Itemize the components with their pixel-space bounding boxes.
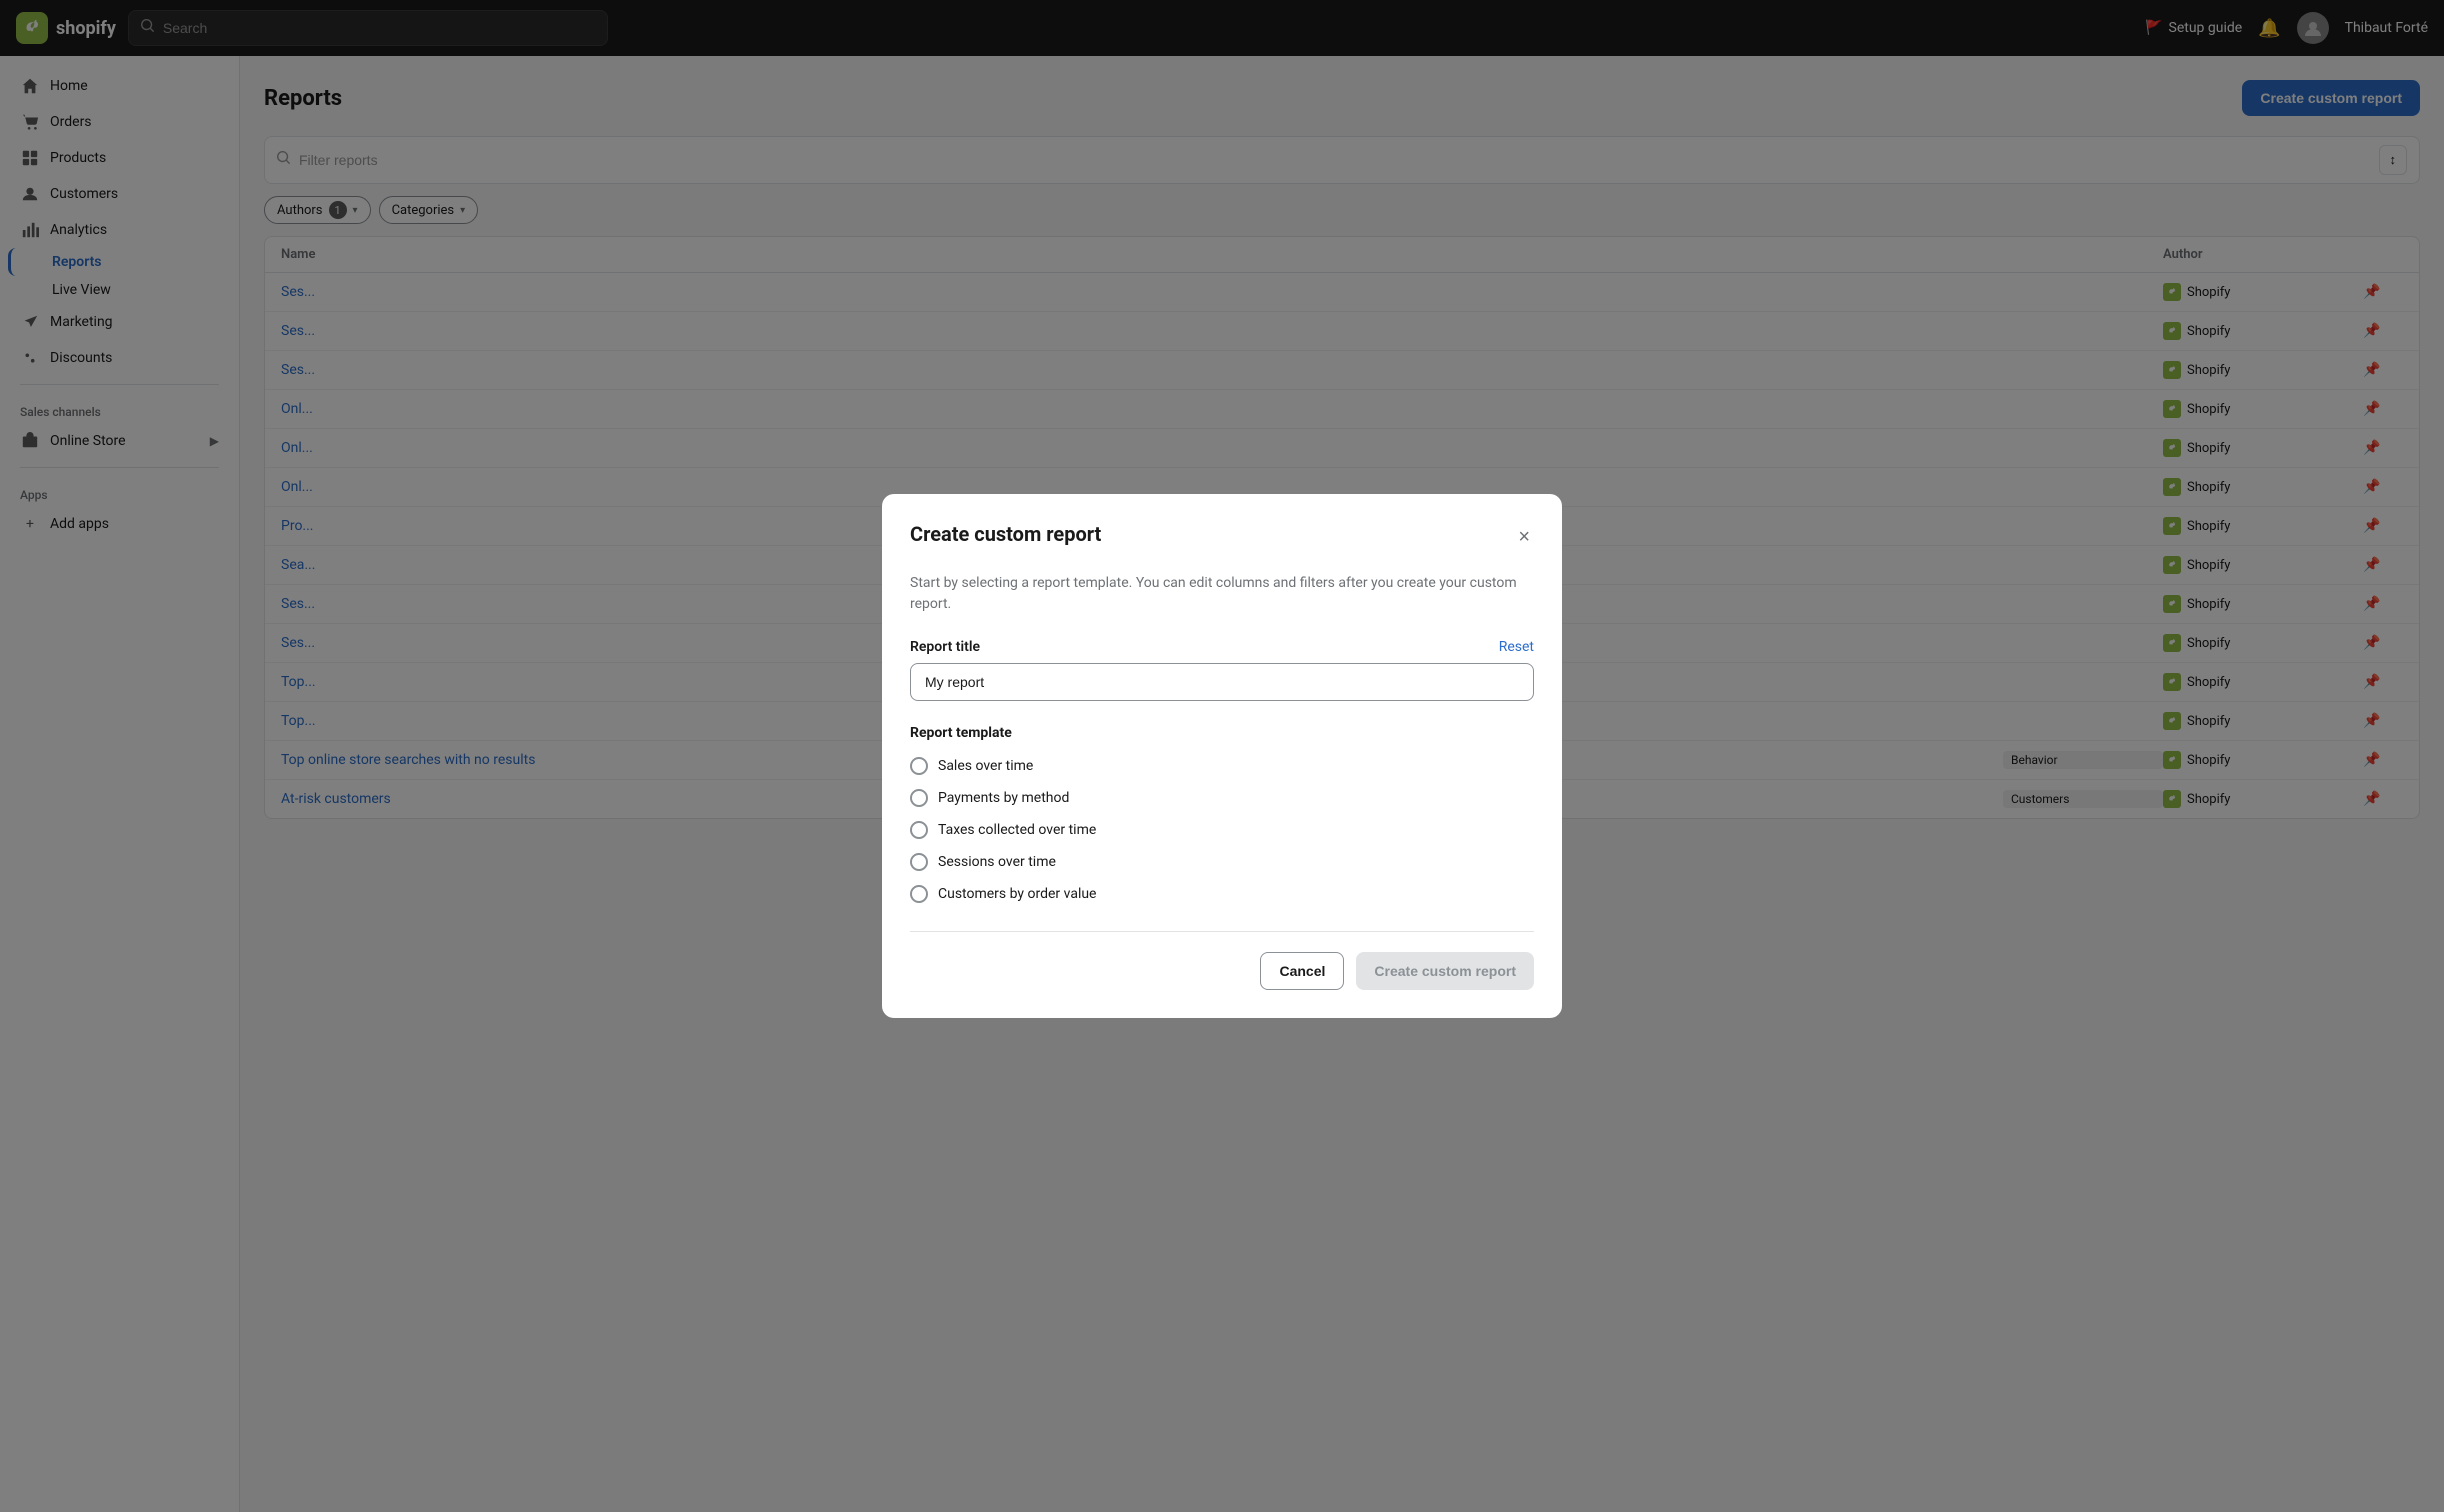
modal-field-label-row: Report title Reset (910, 639, 1534, 655)
cancel-button[interactable]: Cancel (1260, 952, 1344, 990)
create-custom-report-modal: Create custom report × Start by selectin… (882, 494, 1562, 1018)
template-section-title: Report template (910, 725, 1534, 741)
radio-taxes-collected[interactable] (910, 821, 928, 839)
report-title-label: Report title (910, 639, 980, 655)
modal-footer: Cancel Create custom report (910, 931, 1534, 990)
radio-sales-over-time[interactable] (910, 757, 928, 775)
reset-link[interactable]: Reset (1499, 639, 1534, 655)
modal-title: Create custom report (910, 522, 1101, 546)
radio-customers-by-order-value[interactable] (910, 885, 928, 903)
template-option-payments-by-method[interactable]: Payments by method (910, 789, 1534, 807)
template-option-taxes-collected[interactable]: Taxes collected over time (910, 821, 1534, 839)
report-title-input[interactable] (910, 663, 1534, 701)
radio-payments-by-method[interactable] (910, 789, 928, 807)
radio-sessions-over-time[interactable] (910, 853, 928, 871)
template-option-sessions-over-time[interactable]: Sessions over time (910, 853, 1534, 871)
create-custom-report-submit-button[interactable]: Create custom report (1356, 952, 1534, 990)
modal-header: Create custom report × (910, 522, 1534, 553)
template-option-sales-over-time[interactable]: Sales over time (910, 757, 1534, 775)
modal-overlay: Create custom report × Start by selectin… (0, 0, 2444, 1512)
modal-close-button[interactable]: × (1514, 522, 1534, 553)
modal-description: Start by selecting a report template. Yo… (910, 573, 1534, 615)
template-option-customers-by-order-value[interactable]: Customers by order value (910, 885, 1534, 903)
